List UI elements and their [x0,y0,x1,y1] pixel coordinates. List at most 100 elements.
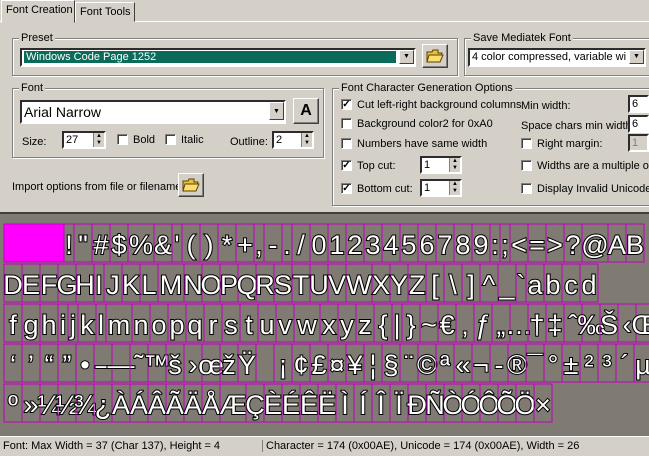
glyph-char: h [41,310,56,340]
glyph-char: 7 [437,230,452,260]
glyph-char: • [80,350,89,380]
bottom-cut-checkbox[interactable]: ✓ [341,183,352,194]
right-margin-field[interactable]: 1 [628,134,649,152]
display-invalid-label: Display Invalid Unicode C [537,183,649,195]
glyph-char: s [224,310,238,340]
glyph-char: 9 [473,230,488,260]
glyph-char: c [564,270,578,300]
display-invalid-checkbox[interactable] [521,183,532,194]
glyph-char: ¾ [74,390,97,420]
cut-lr-checkbox[interactable]: ✓ [341,99,352,110]
status-bar: Font: Max Width = 37 (Char 137), Height … [0,436,649,456]
size-spinner[interactable]: 27 ▲ ▼ [62,131,106,149]
font-preview-canvas[interactable]: ! " # $% & '() * +, -./0 1 2 3 4 5 6 7 8 9:; < = >? @ A B D E F G H I… [0,212,649,436]
glyph-char: - [269,230,278,260]
top-cut-value: 1 [424,159,431,171]
glyph-char: Í [359,390,367,420]
glyph-char: ³ [603,350,612,380]
chevron-down-icon[interactable]: ▼ [629,50,644,64]
glyph-char: U [309,270,329,300]
bold-checkbox[interactable] [117,134,128,145]
glyph-char: @ [581,230,608,260]
chevron-down-icon[interactable]: ▼ [399,50,414,64]
glyph-cell[interactable] [3,223,65,263]
spin-arrows-icon[interactable]: ▲ ▼ [301,133,312,147]
glyph-char: ƒ [475,310,490,340]
glyph-char: Ã [166,389,184,420]
font-name-select[interactable]: Arial Narrow ▼ [20,100,286,124]
glyph-char: ^ [483,270,496,300]
top-cut-spinner[interactable]: 1 ▲ ▼ [420,156,462,174]
glyph-char: ¦ [369,350,376,380]
right-margin-checkbox[interactable] [521,138,532,149]
glyph-char: ® [507,350,527,380]
spin-arrows-icon[interactable]: ▲ ▼ [449,158,460,172]
space-min-field[interactable]: 6 [628,115,649,133]
glyph-char: Ï [395,390,403,420]
glyph-char: Ç [245,390,265,420]
tab-font-tools[interactable]: Font Tools [75,2,135,22]
import-open-button[interactable] [178,173,204,197]
same-width-checkbox[interactable] [341,138,352,149]
glyph-char: T [293,270,310,300]
glyph-char: i [60,310,66,340]
outline-spinner[interactable]: 2 ▲ ▼ [272,131,314,149]
preset-select[interactable]: Windows Code Page 1252 ▼ [20,48,416,67]
top-cut-label: Top cut: [357,160,396,172]
glyph-char: 6 [419,230,434,260]
save-format-select[interactable]: 4 color compressed, variable width ▼ [468,48,646,67]
glyph-char: A [608,230,626,260]
glyph-char: 5 [401,230,416,260]
glyph-char: $ [111,230,126,260]
glyph-char: g [23,310,38,340]
widths-multiple-checkbox[interactable] [521,160,532,171]
bottom-cut-label: Bottom cut: [357,183,413,195]
preset-open-button[interactable] [422,44,448,68]
glyph-char: ~ [421,310,437,340]
min-width-value: 6 [632,98,639,110]
glyph-char: F [41,270,58,300]
glyph-char: = [529,230,545,260]
font-choose-button[interactable]: A [293,98,319,124]
glyph-char: » [23,390,38,420]
tab-font-creation[interactable]: Font Creation [1,0,75,23]
bg-color2-checkbox[interactable] [341,118,352,129]
glyph-char: _ [498,270,515,300]
glyph-char: p [169,310,184,340]
glyph-char: † [529,310,544,340]
glyph-cell[interactable] [255,343,275,383]
preset-group-title: Preset [19,32,55,44]
same-width-label: Numbers have same width [357,138,488,150]
glyph-char: ` [517,270,526,300]
glyph-char: & [154,230,172,260]
glyph-char: ; [501,230,509,260]
font-group-title: Font [19,82,46,94]
chevron-down-icon[interactable]: ▼ [269,102,284,120]
glyph-char: x [322,310,336,340]
glyph-char: P [220,270,238,300]
glyph-char: m [108,310,131,340]
glyph-char: D [3,270,23,300]
folder-open-icon [182,178,200,192]
glyph-char: E [22,270,40,300]
glyph-char: , [255,230,263,260]
spin-arrows-icon[interactable]: ▲ ▼ [93,133,104,147]
glyph-char: ¡ [279,350,288,380]
top-cut-checkbox[interactable]: ✓ [341,160,352,171]
glyph-char: ‚ [462,310,468,340]
space-min-value: 6 [632,118,639,130]
outline-label: Outline: [230,136,268,148]
glyph-char: ( [187,230,196,260]
glyph-char: ' [174,230,179,260]
glyph-char: ‘ [10,350,16,380]
tab-strip: Font Creation Font Tools [0,0,649,23]
min-width-field[interactable]: 6 [628,95,649,113]
glyph-char: µ [635,350,649,380]
glyph-char: ¯ [527,350,544,380]
font-preview-svg[interactable]: ! " # $% & '() * +, -./0 1 2 3 4 5 6 7 8 9:; < = >? @ A BD E F GH I… [0,214,649,436]
glyph-char: \ [449,270,457,300]
glyph-char: : [491,230,499,260]
italic-checkbox[interactable] [165,134,176,145]
bottom-cut-spinner[interactable]: 1 ▲ ▼ [420,179,462,197]
spin-arrows-icon[interactable]: ▲ ▼ [449,181,460,195]
